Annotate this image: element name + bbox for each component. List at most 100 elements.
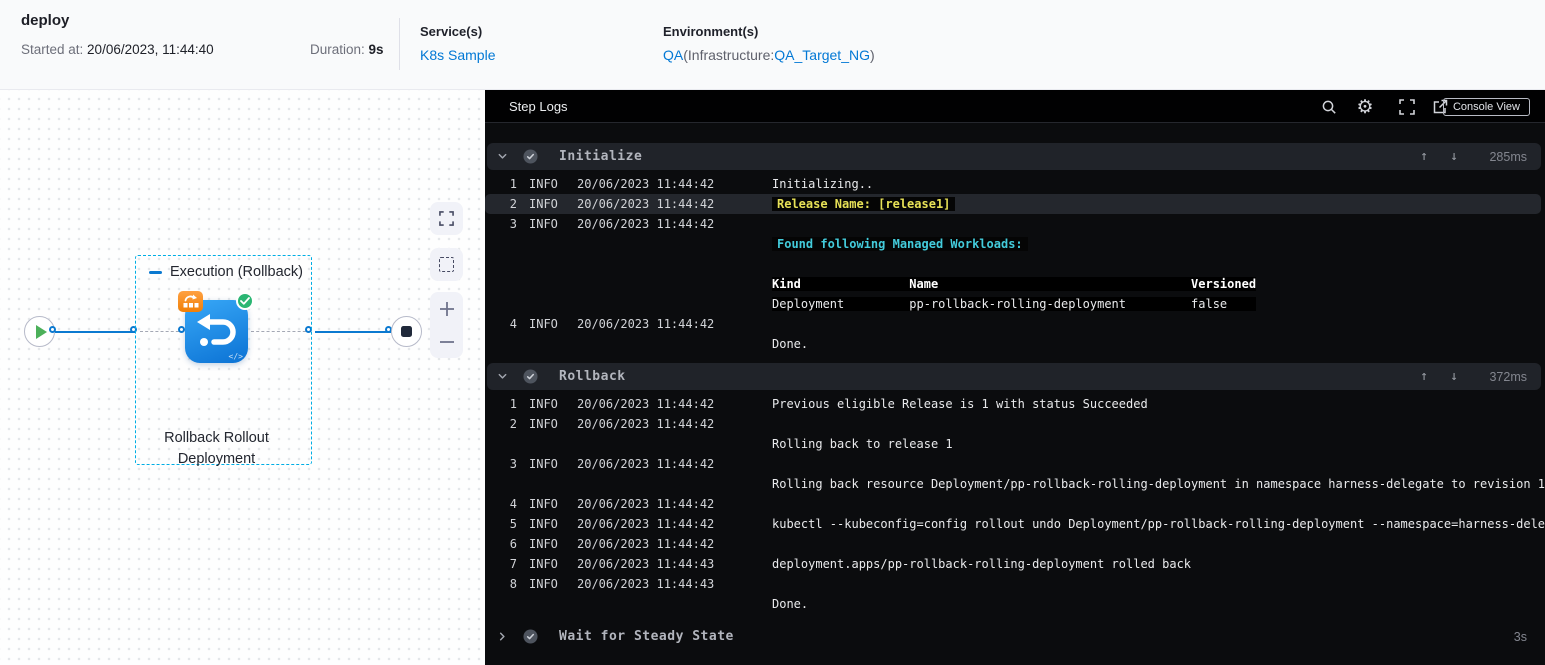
log-row: 6 INFO 20/06/2023 11:44:42 bbox=[485, 534, 1545, 554]
log-level: INFO bbox=[529, 557, 558, 571]
log-section-title: Rollback bbox=[559, 369, 626, 384]
log-message: Previous eligible Release is 1 with stat… bbox=[772, 397, 1545, 411]
log-row: 4 INFO 20/06/2023 11:44:42 bbox=[485, 314, 1545, 334]
log-message: kubectl --kubeconfig=config rollout undo… bbox=[772, 517, 1545, 531]
log-message-segment: Kind Name Versioned bbox=[772, 277, 1257, 291]
edge-stage-to-end bbox=[315, 331, 391, 333]
infrastructure-link[interactable]: QA_Target_NG bbox=[774, 47, 870, 63]
log-row: 1 INFO 20/06/2023 11:44:42 Initializing.. bbox=[485, 174, 1545, 194]
log-line-number[interactable]: 2 bbox=[485, 417, 517, 431]
log-timestamp: 20/06/2023 11:44:42 bbox=[577, 517, 715, 531]
log-row: 1 INFO 20/06/2023 11:44:42 Previous eligibl… bbox=[485, 394, 1545, 414]
log-message-segment: Initializing.. bbox=[772, 177, 874, 191]
log-message: Done. bbox=[772, 597, 1545, 611]
log-message: Kind Name Versioned bbox=[772, 277, 1545, 291]
code-glyph: </> bbox=[228, 352, 243, 361]
step-duration: 285ms bbox=[1489, 149, 1527, 164]
log-section-title: Wait for Steady State bbox=[559, 629, 734, 644]
console-view-button[interactable]: Console View bbox=[1442, 98, 1530, 116]
log-level: INFO bbox=[529, 537, 558, 551]
step-node-rollback-rollout-deployment[interactable]: </> Rollback Rollout Deployment bbox=[164, 291, 269, 467]
log-level: INFO bbox=[529, 497, 558, 511]
log-section-actions: ↑ ↓ 285ms bbox=[1409, 149, 1541, 164]
log-message-segment: kubectl --kubeconfig=config rollout undo… bbox=[772, 517, 1545, 531]
stop-icon bbox=[400, 325, 412, 337]
environment-link[interactable]: QA bbox=[663, 47, 683, 63]
started-at: Started at: 20/06/2023, 11:44:40 bbox=[21, 42, 214, 57]
fullscreen-icon[interactable] bbox=[1397, 97, 1417, 117]
log-message: Done. bbox=[772, 337, 1545, 351]
log-row: 2 INFO 20/06/2023 11:44:42 bbox=[485, 414, 1545, 434]
log-row: Done. bbox=[485, 334, 1545, 354]
log-line-number[interactable]: 8 bbox=[485, 577, 517, 591]
log-line-number[interactable]: 1 bbox=[485, 177, 517, 191]
log-line-number[interactable]: 4 bbox=[485, 497, 517, 511]
log-message-segment: Found following Managed Workloads: bbox=[772, 237, 1028, 251]
scroll-top-icon[interactable]: ↑ bbox=[1409, 369, 1439, 384]
gear-icon[interactable]: ⚙ bbox=[1355, 97, 1375, 117]
minus-icon bbox=[439, 340, 454, 343]
log-message: deployment.apps/pp-rollback-rolling-depl… bbox=[772, 557, 1545, 571]
log-message-segment: Done. bbox=[772, 597, 809, 611]
canvas-fit-screen-button[interactable] bbox=[430, 202, 463, 235]
search-icon[interactable] bbox=[1319, 97, 1339, 117]
execution-header: deploy Started at: 20/06/2023, 11:44:40 … bbox=[0, 0, 1545, 90]
zoom-out-button[interactable] bbox=[430, 325, 463, 358]
started-at-value: 20/06/2023, 11:44:40 bbox=[87, 42, 214, 57]
scroll-bottom-icon[interactable]: ↓ bbox=[1439, 369, 1469, 384]
pipeline-graph-canvas[interactable]: Execution (Rollback) </> Rollback Rollou… bbox=[0, 90, 485, 665]
log-message-segment: Rolling back to release 1 bbox=[772, 437, 953, 451]
service-link[interactable]: K8s Sample bbox=[420, 47, 495, 63]
scroll-bottom-icon[interactable]: ↓ bbox=[1439, 149, 1469, 164]
log-line-number[interactable]: 3 bbox=[485, 217, 517, 231]
services-block: Service(s) K8s Sample bbox=[420, 24, 495, 63]
log-row: Found following Managed Workloads: bbox=[485, 234, 1545, 254]
log-timestamp: 20/06/2023 11:44:42 bbox=[577, 497, 715, 511]
log-timestamp: 20/06/2023 11:44:42 bbox=[577, 217, 715, 231]
services-label: Service(s) bbox=[420, 24, 483, 39]
log-line-number[interactable]: 1 bbox=[485, 397, 517, 411]
log-timestamp: 20/06/2023 11:44:42 bbox=[577, 177, 715, 191]
log-row: 3 INFO 20/06/2023 11:44:42 bbox=[485, 454, 1545, 474]
pipeline-end-node[interactable] bbox=[391, 316, 422, 347]
log-message: Found following Managed Workloads: bbox=[772, 237, 1545, 251]
log-sections: Initialize ↑ ↓ 285ms 1 INFO 20/06/2023 11:44:4… bbox=[485, 124, 1545, 665]
log-row: Rolling back resource Deployment/pp-roll… bbox=[485, 474, 1545, 494]
log-level: INFO bbox=[529, 417, 558, 431]
edge-start-to-stage bbox=[55, 331, 136, 333]
plus-icon bbox=[439, 301, 454, 316]
success-check-icon bbox=[236, 292, 254, 310]
log-section-header-wait-for-steady-state[interactable]: Wait for Steady State 3s bbox=[487, 623, 1541, 650]
log-section-actions: ↑ ↓ 372ms bbox=[1409, 369, 1541, 384]
log-section-actions: 3s bbox=[1469, 630, 1541, 644]
step-duration: 3s bbox=[1513, 629, 1527, 644]
log-row: 7 INFO 20/06/2023 11:44:43 deployment.apps/… bbox=[485, 554, 1545, 574]
log-row bbox=[485, 254, 1545, 274]
stage-group-execution-rollback[interactable]: Execution (Rollback) </> Rollback Rollou… bbox=[135, 255, 312, 467]
play-icon bbox=[36, 325, 47, 339]
log-section-header-initialize[interactable]: Initialize ↑ ↓ 285ms bbox=[487, 143, 1541, 170]
scroll-top-icon[interactable]: ↑ bbox=[1409, 149, 1439, 164]
log-row: Done. bbox=[485, 594, 1545, 614]
log-message: Rolling back to release 1 bbox=[772, 437, 1545, 451]
log-row: 5 INFO 20/06/2023 11:44:42 kubectl --kubeco… bbox=[485, 514, 1545, 534]
chevron-down-icon[interactable] bbox=[497, 151, 509, 162]
log-message: Release Name: [release1] bbox=[772, 197, 1541, 211]
stage-collapse-icon[interactable] bbox=[149, 271, 162, 274]
log-message-segment: Done. bbox=[772, 337, 809, 351]
zoom-in-button[interactable] bbox=[430, 292, 463, 325]
log-line-number[interactable]: 7 bbox=[485, 557, 517, 571]
environments-block: Environment(s) QA(Infrastructure:QA_Targ… bbox=[663, 24, 875, 63]
step-success-icon bbox=[523, 369, 538, 384]
environment-line: QA(Infrastructure:QA_Target_NG) bbox=[663, 47, 875, 63]
chevron-right-icon[interactable] bbox=[497, 631, 509, 642]
log-section-rows-rollback: 1 INFO 20/06/2023 11:44:42 Previous eligibl… bbox=[485, 394, 1545, 614]
log-section-header-rollback[interactable]: Rollback ↑ ↓ 372ms bbox=[487, 363, 1541, 390]
log-line-number[interactable]: 2 bbox=[485, 197, 517, 211]
log-line-number[interactable]: 4 bbox=[485, 317, 517, 331]
log-line-number[interactable]: 3 bbox=[485, 457, 517, 471]
canvas-select-button[interactable] bbox=[430, 248, 463, 281]
log-line-number[interactable]: 6 bbox=[485, 537, 517, 551]
chevron-down-icon[interactable] bbox=[497, 371, 509, 382]
log-line-number[interactable]: 5 bbox=[485, 517, 517, 531]
